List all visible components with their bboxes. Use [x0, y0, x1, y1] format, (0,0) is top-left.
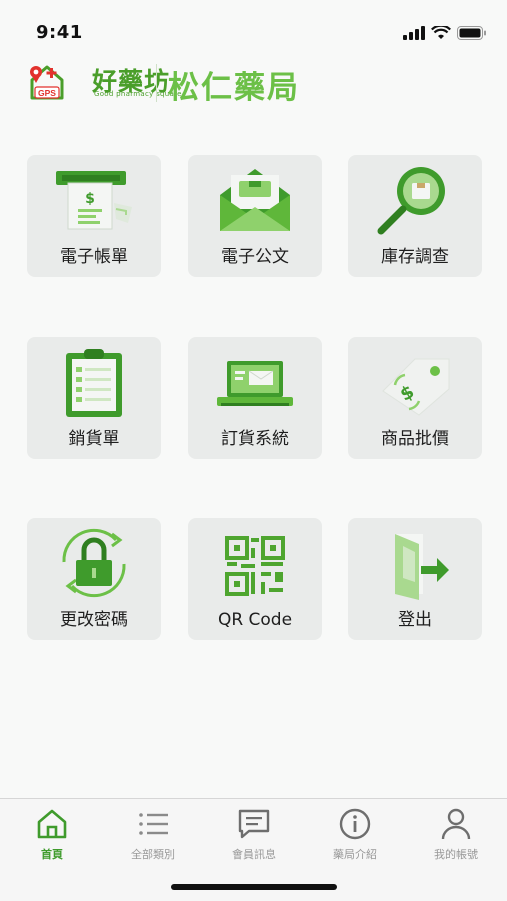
tab-member-messages[interactable]: 會員訊息: [209, 807, 299, 863]
e-document-envelope-icon: [220, 169, 290, 231]
menu-tile-label: 商品批價: [381, 429, 449, 449]
tab-label: 全部類別: [131, 848, 175, 861]
list-icon: [139, 813, 168, 835]
user-icon: [441, 808, 471, 840]
menu-tile-label: 電子帳單: [60, 247, 128, 267]
brand-logo-house-icon: GPS: [30, 65, 64, 100]
inventory-magnifier-icon: [377, 167, 445, 235]
status-bar: 9:41: [0, 0, 507, 60]
message-icon: [238, 809, 270, 839]
menu-tile-e-bill[interactable]: $ 電子帳單: [27, 155, 161, 277]
app-header: GPS 好藥坊 Good pharmacy square 松仁藥局: [28, 60, 488, 106]
menu-tile-qr-code[interactable]: QR Code: [188, 518, 322, 640]
signal-icon: [403, 26, 425, 40]
menu-tile-logout[interactable]: 登出: [348, 518, 482, 640]
menu-tile-inventory[interactable]: 庫存調查: [348, 155, 482, 277]
menu-tile-label: 訂貨系統: [221, 429, 289, 449]
wifi-icon: [431, 26, 451, 39]
store-name: 松仁藥局: [168, 70, 300, 106]
tab-label: 我的帳號: [434, 848, 478, 861]
ordering-laptop-icon: [217, 361, 293, 406]
logout-door-icon: [395, 534, 449, 600]
home-icon: [37, 809, 67, 839]
status-time: 9:41: [36, 22, 83, 43]
svg-text:$: $: [85, 191, 95, 207]
home-indicator: [171, 884, 337, 890]
change-password-lock-icon: [62, 528, 126, 598]
menu-tile-label: 更改密碼: [60, 610, 128, 630]
qr-code-icon: [225, 536, 285, 596]
tab-label: 首頁: [41, 848, 63, 861]
menu-tile-label: 庫存調查: [381, 247, 449, 267]
brand-badge: GPS: [38, 88, 56, 98]
battery-icon: [457, 26, 486, 40]
info-icon: [339, 808, 371, 840]
tab-label: 會員訊息: [232, 848, 276, 861]
menu-tile-label: 銷貨單: [68, 429, 120, 449]
menu-tile-e-document[interactable]: 電子公文: [188, 155, 322, 277]
menu-tile-ordering[interactable]: 訂貨系統: [188, 337, 322, 459]
e-bill-icon: $: [56, 171, 132, 230]
menu-tile-pricing[interactable]: $ 商品批價: [348, 337, 482, 459]
tab-my-account[interactable]: 我的帳號: [411, 807, 501, 863]
header-divider: [156, 64, 157, 102]
sales-clipboard-icon: [66, 349, 122, 417]
menu-tile-change-password[interactable]: 更改密碼: [27, 518, 161, 640]
tab-home[interactable]: 首頁: [7, 807, 97, 863]
price-tag-icon: $: [382, 358, 450, 416]
status-icons: [403, 26, 487, 40]
tab-all-categories[interactable]: 全部類別: [108, 807, 198, 863]
menu-tile-label: 電子公文: [221, 247, 289, 267]
menu-tile-sales-slip[interactable]: 銷貨單: [27, 337, 161, 459]
menu-tile-label: 登出: [398, 610, 432, 630]
menu-tile-label: QR Code: [217, 610, 293, 630]
tab-pharmacy-intro[interactable]: 藥局介紹: [310, 807, 400, 863]
tab-label: 藥局介紹: [333, 848, 377, 861]
